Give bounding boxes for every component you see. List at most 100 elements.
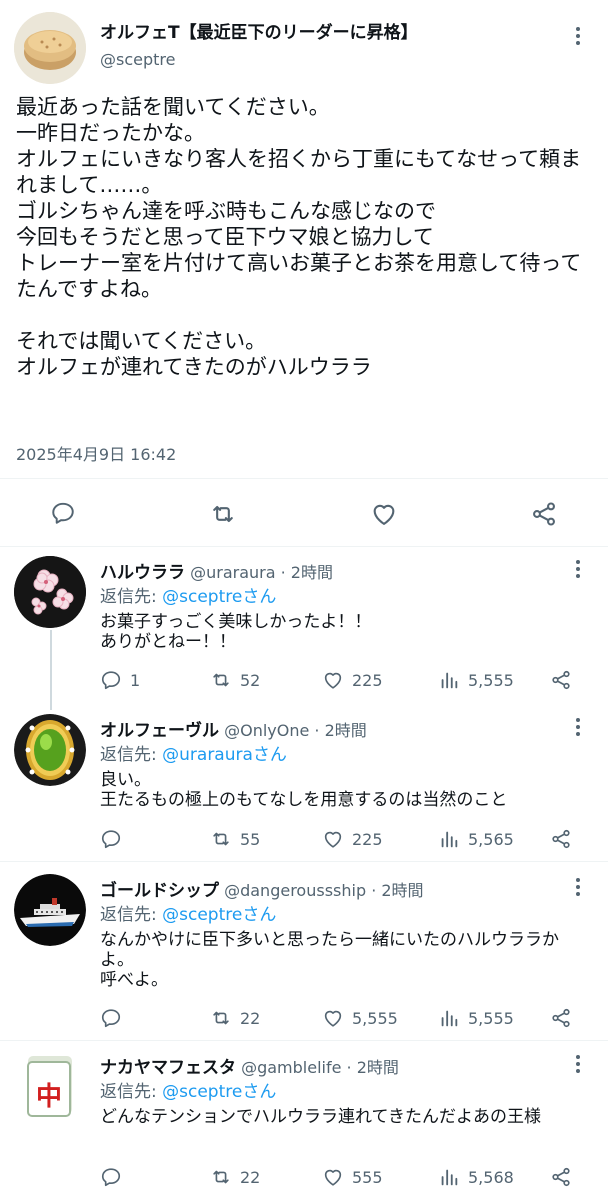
reply-icon — [101, 1168, 121, 1187]
like-count: 5,555 — [352, 1008, 398, 1028]
reply-text: なんかやけに臣下多いと思ったら一緒にいたのハルウララかよ。 呼べよ。 — [100, 930, 559, 990]
reply-views-button[interactable]: 5,568 — [438, 1166, 514, 1188]
retweet-icon — [213, 1011, 229, 1025]
share-icon — [552, 1008, 570, 1028]
replying-to-link[interactable]: @urarauraさん — [162, 745, 287, 765]
reply-text: 良い。 王たるもの極上のもてなしを用意するのは当然のこと — [100, 770, 508, 810]
reply-display-name[interactable]: ゴールドシップ — [100, 881, 219, 901]
reply-handle[interactable]: @OnlyOne — [224, 721, 309, 740]
replying-to: 返信先: @sceptreさん — [100, 900, 276, 925]
reply-time[interactable]: · 2時間 — [314, 721, 366, 740]
view-count: 5,555 — [468, 1008, 514, 1028]
replying-to: 返信先: @sceptreさん — [100, 1077, 276, 1102]
reply-time[interactable]: · 2時間 — [371, 881, 423, 900]
reply-reply-button[interactable] — [100, 828, 130, 850]
retweet-count: 52 — [240, 670, 261, 690]
reply-avatar[interactable] — [14, 714, 86, 786]
reply-icon — [101, 671, 121, 690]
replying-to-link[interactable]: @sceptreさん — [162, 905, 276, 925]
main-divider-top — [0, 478, 608, 479]
reply-more-icon[interactable] — [566, 715, 590, 739]
reply-handle[interactable]: @gamblelife — [241, 1058, 341, 1077]
replying-to-label: 返信先: — [100, 587, 163, 607]
reply-avatar[interactable] — [14, 874, 86, 946]
reply-header: ゴールドシップ @dangeroussship · 2時間 — [100, 876, 424, 901]
like-count: 225 — [352, 829, 383, 849]
reply-views-button[interactable]: 5,565 — [438, 828, 514, 850]
retweet-icon — [213, 673, 229, 687]
reply-time[interactable]: · 2時間 — [347, 1058, 399, 1077]
reply-icon — [101, 1009, 121, 1028]
reply-share-button[interactable] — [550, 1166, 572, 1188]
reply-share-button[interactable] — [550, 669, 572, 691]
reply-handle[interactable]: @dangeroussship — [224, 881, 366, 900]
like-icon — [324, 831, 342, 848]
reply-reply-button[interactable]: 1 — [100, 669, 140, 691]
main-share-button[interactable] — [530, 500, 558, 528]
retweet-icon — [213, 832, 229, 846]
reply-share-button[interactable] — [550, 1007, 572, 1029]
reply-more-icon[interactable] — [566, 1052, 590, 1076]
thread-line — [50, 630, 52, 710]
main-divider-bottom — [0, 546, 608, 547]
retweet-count: 55 — [240, 829, 261, 849]
reply-views-button[interactable]: 5,555 — [438, 1007, 514, 1029]
main-like-button[interactable] — [370, 500, 398, 528]
main-display-name[interactable]: オルフェT【最近臣下のリーダーに昇格】 — [100, 18, 418, 43]
reply-handle[interactable]: @uraraura — [190, 563, 275, 582]
like-icon — [324, 672, 342, 689]
replying-to-link[interactable]: @sceptreさん — [162, 1082, 276, 1102]
reply-display-name[interactable]: ハルウララ — [100, 563, 185, 583]
reply-icon — [52, 502, 74, 524]
view-count: 5,568 — [468, 1167, 514, 1187]
like-icon — [373, 504, 395, 525]
main-timestamp[interactable]: 2025年4月9日 16:42 — [16, 441, 176, 465]
views-icon — [441, 1169, 458, 1186]
reply-display-name[interactable]: ナカヤマフェスタ — [100, 1058, 236, 1078]
reply-header: オルフェーヴル @OnlyOne · 2時間 — [100, 716, 367, 741]
retweet-count: 22 — [240, 1167, 261, 1187]
reply-like-button[interactable]: 225 — [322, 669, 383, 691]
reply-reply-button[interactable] — [100, 1166, 130, 1188]
cherry-blossom-avatar-image — [14, 556, 86, 628]
reply-retweet-button[interactable]: 55 — [210, 828, 260, 850]
reply-retweet-button[interactable]: 22 — [210, 1007, 260, 1029]
jewel-avatar-image — [14, 714, 86, 786]
reply-time[interactable]: · 2時間 — [281, 563, 333, 582]
retweet-count: 22 — [240, 1008, 261, 1028]
main-avatar[interactable] — [14, 12, 86, 84]
views-icon — [441, 1010, 458, 1027]
reply-avatar[interactable] — [14, 556, 86, 628]
reply-count: 1 — [130, 670, 141, 690]
main-more-icon[interactable] — [566, 24, 590, 48]
share-icon — [533, 502, 555, 526]
reply-like-button[interactable]: 5,555 — [322, 1007, 398, 1029]
reply-text: どんなテンションでハルウララ連れてきたんだよあの王様 — [100, 1107, 541, 1127]
reply-more-icon[interactable] — [566, 875, 590, 899]
reply-divider — [0, 861, 608, 862]
reply-divider — [0, 1040, 608, 1041]
reply-like-button[interactable]: 225 — [322, 828, 383, 850]
like-count: 225 — [352, 670, 383, 690]
replying-to-link[interactable]: @sceptreさん — [162, 587, 276, 607]
retweet-icon — [213, 505, 233, 523]
main-handle[interactable]: @sceptre — [100, 50, 175, 69]
reply-like-button[interactable]: 555 — [322, 1166, 383, 1188]
reply-views-button[interactable]: 5,555 — [438, 669, 514, 691]
like-icon — [324, 1169, 342, 1186]
like-count: 555 — [352, 1167, 383, 1187]
reply-reply-button[interactable] — [100, 1007, 130, 1029]
reply-retweet-button[interactable]: 22 — [210, 1166, 260, 1188]
replying-to-label: 返信先: — [100, 1082, 163, 1102]
reply-retweet-button[interactable]: 52 — [210, 669, 260, 691]
reply-more-icon[interactable] — [566, 557, 590, 581]
reply-display-name[interactable]: オルフェーヴル — [100, 721, 219, 741]
share-icon — [552, 829, 570, 849]
biscuit-avatar-image — [14, 12, 86, 84]
main-tweet-text: 最近あった話を聞いてください。 一昨日だったかな。 オルフェにいきなり客人を招く… — [16, 95, 582, 379]
main-retweet-button[interactable] — [209, 500, 237, 528]
reply-avatar[interactable]: 中 — [14, 1050, 86, 1122]
share-icon — [552, 670, 570, 690]
main-reply-button[interactable] — [50, 500, 76, 526]
reply-share-button[interactable] — [550, 828, 572, 850]
